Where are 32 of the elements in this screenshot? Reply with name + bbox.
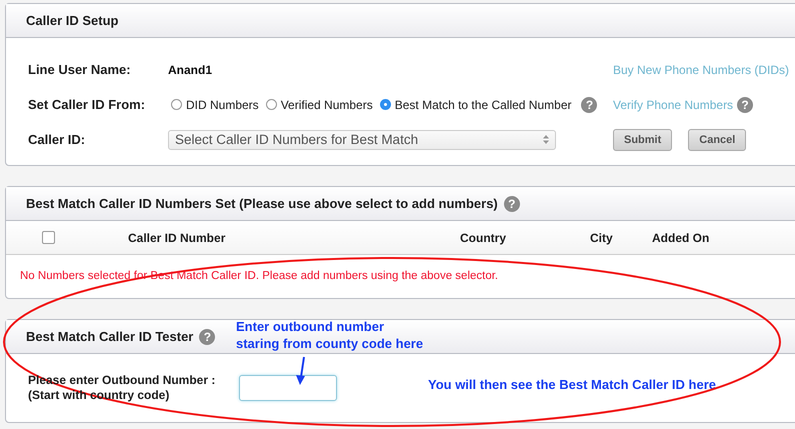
- help-icon[interactable]: ?: [581, 96, 598, 112]
- radio-button[interactable]: [171, 99, 182, 110]
- annotation-arrow: [296, 356, 305, 385]
- outbound-number-field[interactable]: [239, 375, 338, 401]
- radio-label[interactable]: Best Match to the Called Number: [394, 98, 572, 112]
- column-header: Country: [460, 230, 507, 244]
- radio-label[interactable]: Verified Numbers: [280, 98, 373, 112]
- cancel-button[interactable]: Cancel: [688, 128, 746, 150]
- panel-title: Best Match Caller ID Tester: [26, 329, 194, 344]
- column-header: City: [590, 230, 614, 244]
- help-icon[interactable]: ?: [199, 328, 216, 344]
- submit-button[interactable]: Submit: [613, 128, 672, 150]
- field-label: Caller ID:: [28, 131, 86, 149]
- field-label: Set Caller ID From:: [28, 96, 146, 114]
- select-all-checkbox[interactable]: [42, 231, 55, 244]
- radio-label[interactable]: DID Numbers: [186, 98, 259, 112]
- panel-title: Caller ID Setup: [26, 13, 118, 28]
- column-header: Caller ID Number: [128, 230, 226, 244]
- column-header: Added On: [652, 230, 710, 244]
- caller-id-select[interactable]: Select Caller ID Numbers for Best Match: [168, 130, 556, 150]
- select-arrows-icon: [543, 135, 549, 144]
- help-icon[interactable]: ?: [737, 96, 754, 112]
- radio-button[interactable]: [380, 99, 391, 110]
- help-icon[interactable]: ?: [504, 196, 520, 212]
- field-label: (Start with country code): [28, 388, 170, 403]
- annotation-text: Enter outbound number: [236, 318, 386, 335]
- annotation-text: You will then see the Best Match Caller ID here: [428, 376, 716, 393]
- user-name-value: Anand1: [168, 62, 212, 76]
- panel-title: Best Match Caller ID Numbers Set (Please use above select to add numbers): [26, 196, 498, 211]
- radio-button[interactable]: [266, 99, 277, 110]
- field-label: Line User Name:: [28, 61, 132, 79]
- annotation-text: staring from county code here: [236, 335, 424, 352]
